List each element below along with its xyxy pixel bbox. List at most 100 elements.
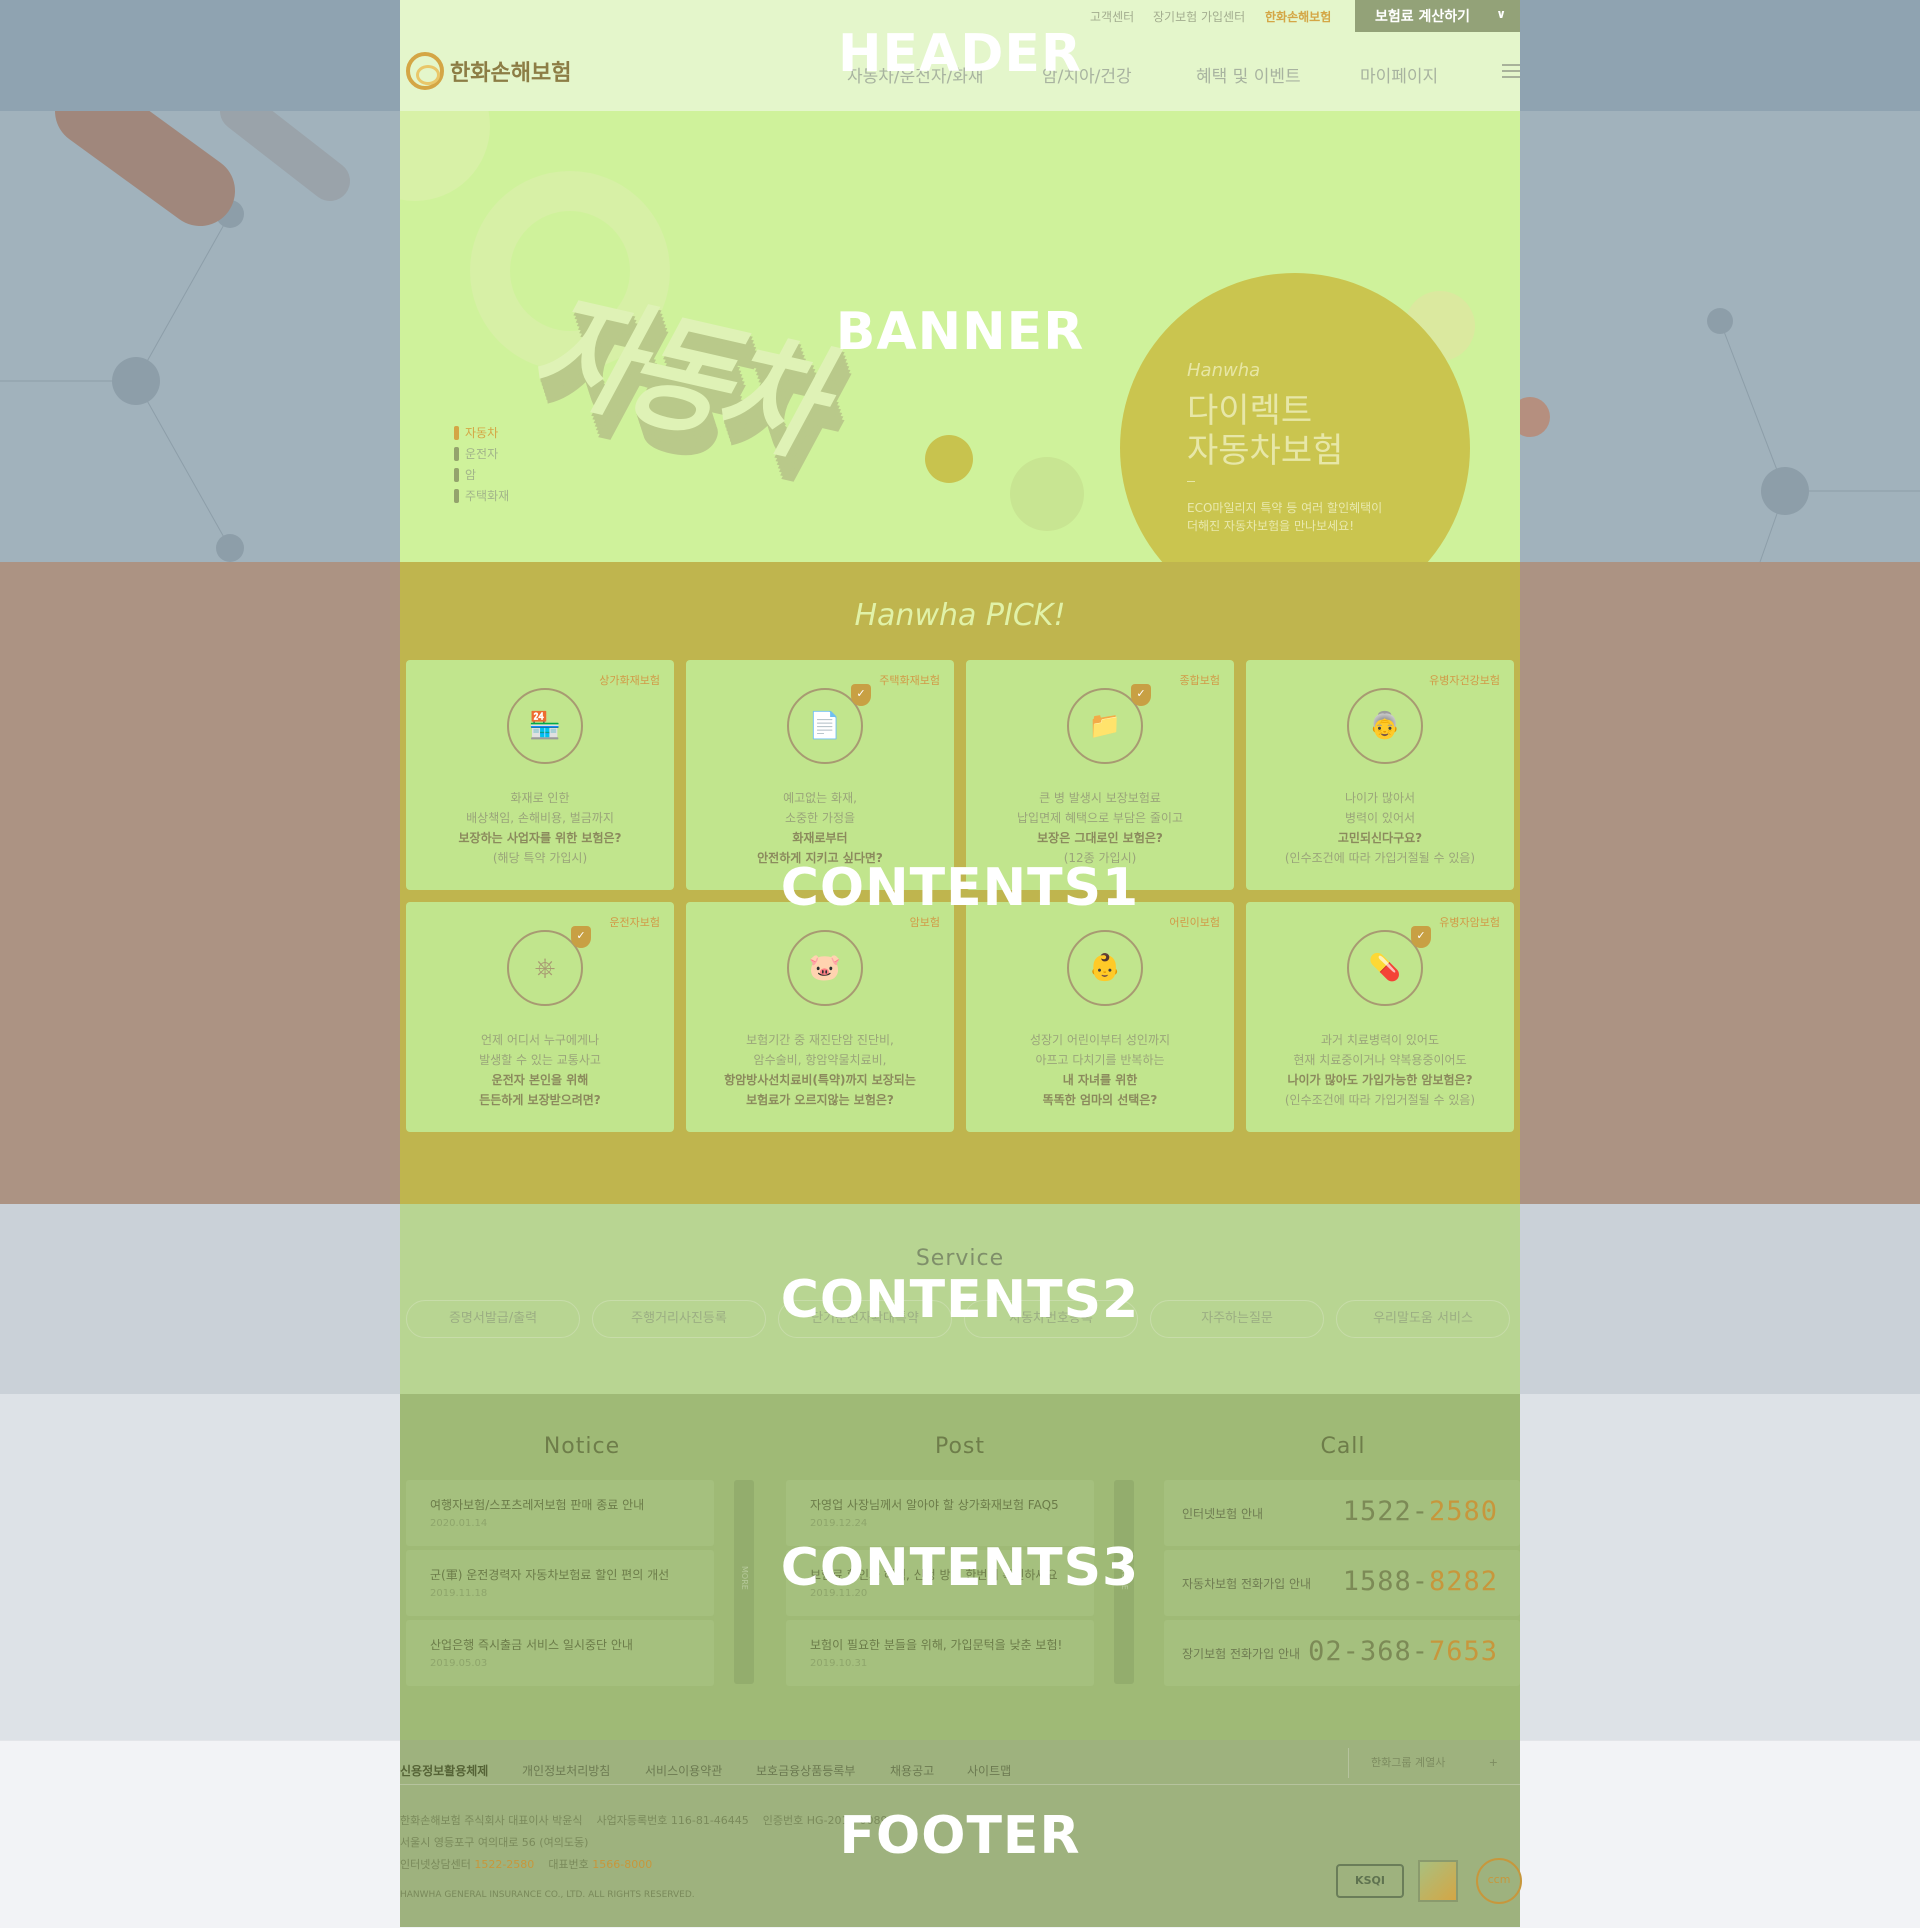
contact-numbers: 인터넷상담센터 1522-2580 대표번호 1566-8000 xyxy=(400,1858,653,1871)
banner-nav-cancer[interactable]: 암 xyxy=(454,466,476,483)
product-card[interactable]: 상가화재보험 🏪 화재로 인한 배상책임, 손해비용, 벌금까지 보장하는 사업자를 위… xyxy=(406,660,674,890)
card-tag: 주택화재보험 xyxy=(879,674,940,687)
post-item[interactable]: 보험료 할인과 혜택, 신청 방법 한번에 확인하세요 2019.11.20 xyxy=(786,1550,1094,1616)
footer-link-sitemap[interactable]: 사이트맵 xyxy=(967,1762,1011,1779)
plus-icon: + xyxy=(1488,1756,1498,1769)
steering-wheel-icon: ⎈ ✓ xyxy=(507,926,591,1006)
call-row: 장기보험 전화가입 안내 02-368-7653 xyxy=(1164,1620,1520,1686)
logo-text: 한화손해보험 xyxy=(450,61,572,86)
header: 고객센터 장기보험 가입센터 한화손해보험 보험료 계산하기 ∨ 한화손해보험 … xyxy=(400,0,1520,111)
card-tag: 유병자암보험 xyxy=(1439,916,1500,929)
card-description: 과거 치료병력이 있어도 현재 치료중이거나 약복용중이어도 나이가 많아도 가입가… xyxy=(1284,1033,1476,1107)
notice-item[interactable]: 산업은행 즉시출금 서비스 일시중단 안내 2019.05.03 xyxy=(406,1620,714,1686)
notice-item[interactable]: 군(軍) 운전경력자 자동차보험료 할인 편의 개선 2019.11.18 xyxy=(406,1550,714,1616)
card-description: 언제 어디서 누구에게나 발생할 수 있는 교통사고 운전자 본인을 위해 든든하게 … xyxy=(479,1033,601,1107)
product-card[interactable]: 어린이보험 👶 성장기 어린이부터 성인까지 아프고 다치기를 반복하는 내 자녀를 위… xyxy=(966,902,1234,1132)
shield-icon: ✓ xyxy=(571,926,591,948)
company-address: 서울시 영등포구 여의대로 56 (여의도동) xyxy=(400,1836,589,1849)
footer-link-recruit[interactable]: 채용공고 xyxy=(890,1762,934,1779)
notice-item[interactable]: 여행자보험/스포츠레저보험 판매 종료 안내 2020.01.14 xyxy=(406,1480,714,1546)
family-site-select[interactable]: 한화그룹 계열사 + xyxy=(1348,1748,1520,1778)
banner-nav-driver[interactable]: 운전자 xyxy=(454,445,498,462)
house-document-icon: 📄 ✓ xyxy=(787,684,871,764)
promo-description: ECO마일리지 특약 등 여러 할인혜택이 더해진 자동차보험을 만나보세요! xyxy=(1187,501,1383,533)
card-description: 큰 병 발생시 보장보험료 납입면제 혜택으로 부담은 줄이고 보장은 그대로인 보… xyxy=(1016,791,1183,865)
ksqi-mark-icon: KSQI xyxy=(1336,1864,1404,1898)
product-card[interactable]: 주택화재보험 📄 ✓ 예고없는 화재, 소중한 가정을 화재로부터 안전하게 지키고 싶다면… xyxy=(686,660,954,890)
baby-face-icon: 👶 xyxy=(1067,930,1143,1006)
util-link-long-term-center[interactable]: 장기보험 가입센터 xyxy=(1153,8,1245,25)
service-korean-help-button[interactable]: 우리말도움 서비스 xyxy=(1336,1300,1510,1338)
chevron-down-icon: ∨ xyxy=(1496,7,1506,21)
gnb-item-health[interactable]: 암/치아/건강 xyxy=(1042,62,1132,87)
ccm-mark-icon: ccm xyxy=(1476,1858,1522,1904)
banner-nav-car[interactable]: 자동차 xyxy=(454,424,498,441)
footer: 신용정보활용체제 개인정보처리방침 서비스이용약관 보호금융상품등록부 채용공고… xyxy=(400,1740,1522,1927)
promo-title: 다이렉트 자동차보험 xyxy=(1187,391,1344,471)
product-card[interactable]: 운전자보험 ⎈ ✓ 언제 어디서 누구에게나 발생할 수 있는 교통사고 운전자 본인을 … xyxy=(406,902,674,1132)
gnb-item-car[interactable]: 자동차/운전자/화재 xyxy=(847,62,984,87)
folder-icon: 📁 ✓ xyxy=(1067,684,1151,764)
service-faq-button[interactable]: 자주하는질문 xyxy=(1150,1300,1324,1338)
gnb-item-mypage[interactable]: 마이페이지 xyxy=(1360,62,1438,87)
shield-icon: ✓ xyxy=(1411,926,1431,948)
card-description: 화재로 인한 배상책임, 손해비용, 벌금까지 보장하는 사업자를 위한 보험은?(… xyxy=(458,791,622,865)
shield-icon: ✓ xyxy=(851,684,871,706)
contents3: Notice Post Call 여행자보험/스포츠레저보험 판매 종료 안내 2… xyxy=(400,1394,1520,1740)
service-title: Service xyxy=(915,1246,1005,1271)
card-tag: 운전자보험 xyxy=(609,916,660,929)
premium-calc-button[interactable]: 보험료 계산하기 ∨ xyxy=(1355,0,1520,32)
notice-title: Notice xyxy=(543,1434,621,1459)
card-tag: 유병자건강보험 xyxy=(1429,674,1500,687)
product-card[interactable]: 종합보험 📁 ✓ 큰 병 발생시 보장보험료 납입면제 혜택으로 부담은 줄이고 보장은 … xyxy=(966,660,1234,890)
post-more-button[interactable]: MORE xyxy=(1114,1480,1134,1684)
decor-dot xyxy=(925,435,973,483)
menu-icon[interactable] xyxy=(1502,64,1520,78)
service-mileage-button[interactable]: 주행거리사진등록 xyxy=(592,1300,766,1338)
elderly-couple-icon: 👵 xyxy=(1347,688,1423,764)
copyright: HANWHA GENERAL INSURANCE CO., LTD. ALL R… xyxy=(400,1890,695,1900)
card-description: 보험기간 중 재진단암 진단비, 암수술비, 항암약물치료비, 항암방사선치료비(특… xyxy=(724,1033,916,1107)
phone-number: 1522-2580 xyxy=(1342,1496,1498,1527)
shop-fire-icon: 🏪 xyxy=(507,688,583,764)
banner-nav-house-fire[interactable]: 주택화재 xyxy=(454,487,509,504)
footer-link-credit-info[interactable]: 신용정보활용체제 xyxy=(400,1762,488,1779)
logo[interactable]: 한화손해보험 xyxy=(406,52,571,90)
promo-divider xyxy=(1187,481,1195,482)
pick-title: Hanwha PICK! xyxy=(854,598,1066,633)
phone-number: 02-368-7653 xyxy=(1308,1636,1498,1667)
footer-link-products[interactable]: 보호금융상품등록부 xyxy=(756,1762,855,1779)
gnb-item-benefit[interactable]: 혜택 및 이벤트 xyxy=(1196,62,1301,87)
util-link-hanwha[interactable]: 한화손해보험 xyxy=(1265,8,1331,25)
card-tag: 어린이보험 xyxy=(1169,916,1220,929)
footer-link-privacy[interactable]: 개인정보처리방침 xyxy=(522,1762,610,1779)
contents1: Hanwha PICK! 상가화재보험 🏪 화재로 인한 배상책임, 손해비용, 벌금… xyxy=(400,562,1520,1204)
notice-more-button[interactable]: MORE xyxy=(734,1480,754,1684)
contents2: Service 증명서발급/출력 주행거리사진등록 단기운전자확대특약 자동차번… xyxy=(400,1204,1520,1394)
util-link-customer-center[interactable]: 고객센터 xyxy=(1090,8,1134,25)
post-item[interactable]: 자영업 사장님께서 알아야 할 상가화재보험 FAQ5 2019.12.24 xyxy=(786,1480,1094,1546)
card-description: 예고없는 화재, 소중한 가정을 화재로부터 안전하게 지키고 싶다면? xyxy=(757,791,883,865)
call-row: 자동차보험 전화가입 안내 1588-8282 xyxy=(1164,1550,1520,1616)
post-title: Post xyxy=(934,1434,986,1459)
card-tag: 종합보험 xyxy=(1179,674,1220,687)
phone-number: 1588-8282 xyxy=(1342,1566,1498,1597)
footer-link-terms[interactable]: 서비스이용약관 xyxy=(645,1762,722,1779)
card-tag: 상가화재보험 xyxy=(599,674,660,687)
company-info: 한화손해보험 주식회사 대표이사 박윤식 사업자등록번호 116-81-4644… xyxy=(400,1814,888,1827)
card-tag: 암보험 xyxy=(909,916,940,929)
certification-mark-icon xyxy=(1418,1860,1458,1902)
product-card[interactable]: 암보험 🐷 보험기간 중 재진단암 진단비, 암수술비, 항암약물치료비, 항암방사선치… xyxy=(686,902,954,1132)
product-card[interactable]: 유병자암보험 💊 ✓ 과거 치료병력이 있어도 현재 치료중이거나 약복용중이어도 나이가… xyxy=(1246,902,1514,1132)
decor-circle xyxy=(1010,457,1084,531)
promo-brand: Hanwha xyxy=(1187,360,1261,381)
call-row: 인터넷보험 안내 1522-2580 xyxy=(1164,1480,1520,1546)
pill-icon: 💊 ✓ xyxy=(1347,926,1431,1006)
premium-calc-label: 보험료 계산하기 xyxy=(1375,9,1471,25)
service-short-driver-button[interactable]: 단기운전자확대특약 xyxy=(778,1300,952,1338)
piggy-bank-icon: 🐷 xyxy=(787,930,863,1006)
service-car-number-button[interactable]: 자동차번호등록 xyxy=(964,1300,1138,1338)
service-cert-button[interactable]: 증명서발급/출력 xyxy=(406,1300,580,1338)
post-item[interactable]: 보험이 필요한 분들을 위해, 가입문턱을 낮춘 보험! 2019.10.31 xyxy=(786,1620,1094,1686)
product-card[interactable]: 유병자건강보험 👵 나이가 많아서 병력이 있어서 고민되신다구요? (인수조건에 따라 … xyxy=(1246,660,1514,890)
